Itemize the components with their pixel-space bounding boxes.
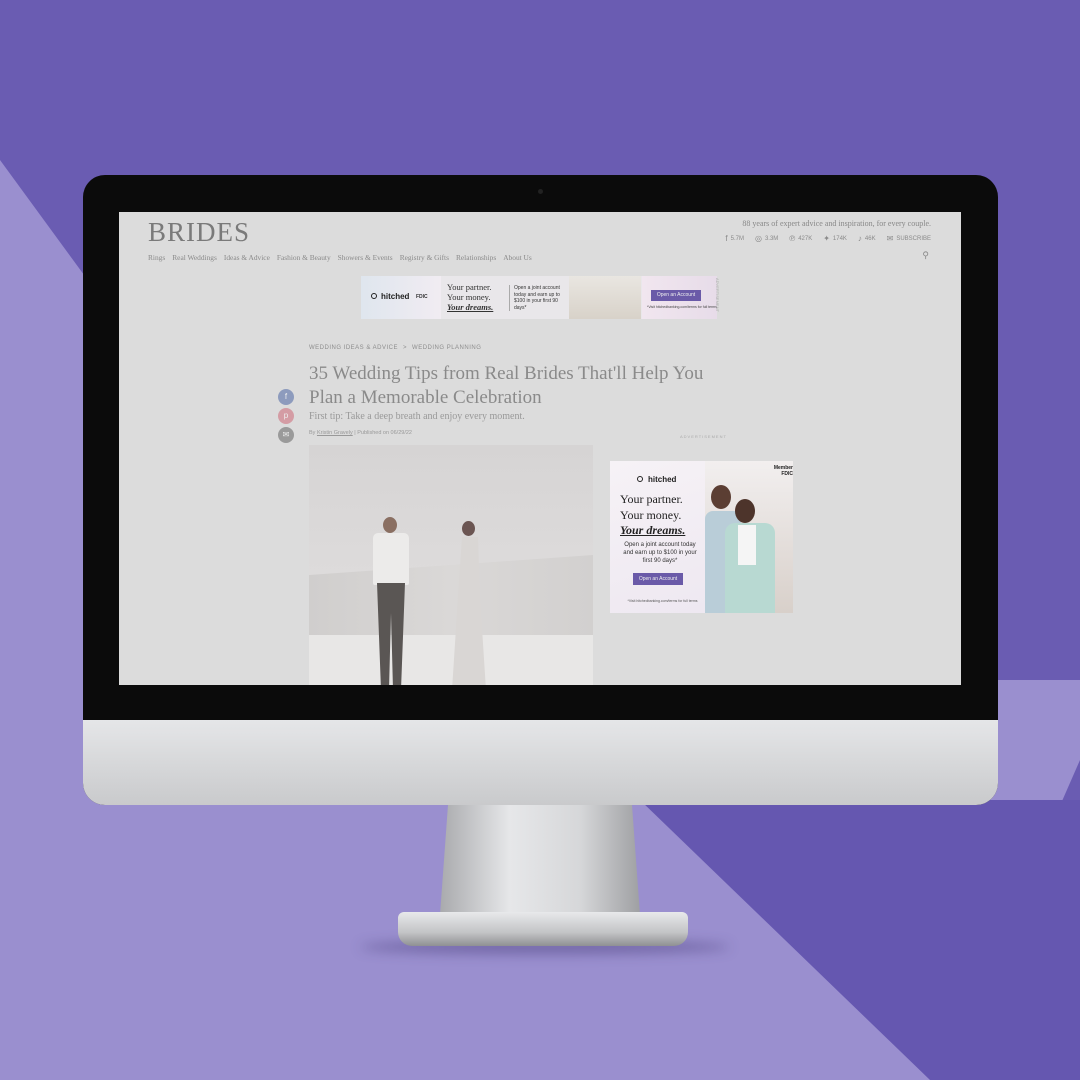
ad-body: Open a joint account today and earn up t… <box>623 542 697 564</box>
social-count: 427K <box>798 235 813 242</box>
ad-fdic: FDIC <box>416 294 428 300</box>
sidebar-ad[interactable]: hitched Member FDIC Your partner. Your m… <box>610 461 793 613</box>
share-pinterest-button[interactable]: p <box>278 408 294 424</box>
twitter-icon: ✦ <box>823 234 830 243</box>
nav-item-real-weddings[interactable]: Real Weddings <box>172 253 217 262</box>
breadcrumb: WEDDING IDEAS & ADVICE > WEDDING PLANNIN… <box>309 345 481 351</box>
nav-item-registry-gifts[interactable]: Registry & Gifts <box>400 253 449 262</box>
hero-image <box>309 445 593 685</box>
share-facebook-button[interactable]: f <box>278 389 294 405</box>
main-nav: Rings Real Weddings Ideas & Advice Fashi… <box>148 253 532 262</box>
social-twitter[interactable]: ✦ 174K <box>823 234 847 243</box>
social-count: 46K <box>864 235 876 242</box>
ad-open-account-button[interactable]: Open an Account <box>633 573 683 585</box>
subscribe-label: SUBSCRIBE <box>896 235 931 242</box>
ad-brand: hitched <box>371 292 409 301</box>
breadcrumb-item[interactable]: WEDDING PLANNING <box>412 345 481 351</box>
nav-item-showers-events[interactable]: Showers & Events <box>338 253 393 262</box>
ad-open-account-button[interactable]: Open an Account <box>651 290 701 301</box>
ad-couple-photo <box>569 276 641 319</box>
ad-label: ADVERTISEMENT <box>680 434 727 439</box>
social-links: f 5.7M ◎ 3.3M ℗ 427K ✦ 174K ♪ 46K ✉ SUBSCRIBE <box>725 234 931 243</box>
article-subtitle: First tip: Take a deep breath and enjoy … <box>309 411 525 422</box>
nav-item-ideas-advice[interactable]: Ideas & Advice <box>224 253 270 262</box>
author-link[interactable]: Kristin Gravely <box>317 430 353 436</box>
share-email-button[interactable]: ✉ <box>278 427 294 443</box>
nav-item-fashion-beauty[interactable]: Fashion & Beauty <box>277 253 331 262</box>
camera-icon <box>538 189 543 194</box>
ad-headline: Your partner. Your money. Your dreams. <box>447 282 494 312</box>
search-icon[interactable]: ⚲ <box>922 250 929 261</box>
ad-fine-print: *Visit hitchedbanking.com/terms for full… <box>647 305 717 309</box>
site-logo[interactable]: BRIDES <box>148 217 250 248</box>
ad-fdic: Member FDIC <box>773 465 793 477</box>
publish-date: Published on 06/29/22 <box>357 430 412 436</box>
social-tiktok[interactable]: ♪ 46K <box>858 234 876 243</box>
monitor-chin <box>83 720 998 805</box>
social-facebook[interactable]: f 5.7M <box>725 234 744 243</box>
site-tagline: 88 years of expert advice and inspiratio… <box>742 219 931 228</box>
nav-item-relationships[interactable]: Relationships <box>456 253 496 262</box>
mail-icon: ✉ <box>886 234 894 243</box>
nav-item-rings[interactable]: Rings <box>148 253 165 262</box>
pinterest-icon: ℗ <box>789 234 796 243</box>
page-title: 35 Wedding Tips from Real Brides That'll… <box>309 363 704 408</box>
ad-body: Open a joint account today and earn up t… <box>509 285 569 311</box>
instagram-icon: ◎ <box>754 234 762 243</box>
facebook-icon: f <box>725 234 728 243</box>
browser-screen: BRIDES 88 years of expert advice and ins… <box>119 212 961 685</box>
ad-label: ADVERTISEMENT <box>715 278 720 312</box>
ad-fine-print: *Visit hitchedbanking.com/terms for full… <box>627 599 698 603</box>
breadcrumb-item[interactable]: WEDDING IDEAS & ADVICE <box>309 345 398 351</box>
top-banner-ad[interactable]: hitched FDIC Your partner. Your money. Y… <box>361 276 717 319</box>
byline: By Kristin Gravely | Published on 06/29/… <box>309 430 412 436</box>
ad-brand: hitched <box>637 475 676 484</box>
social-pinterest[interactable]: ℗ 427K <box>789 234 812 243</box>
monitor-stand-neck <box>440 805 640 915</box>
social-instagram[interactable]: ◎ 3.3M <box>755 234 778 243</box>
ad-headline: Your partner. Your money. Your dreams. <box>620 492 686 537</box>
breadcrumb-separator: > <box>403 345 408 351</box>
monitor-stand-base <box>398 912 688 946</box>
social-count: 5.7M <box>730 235 744 242</box>
subscribe-link[interactable]: ✉ SUBSCRIBE <box>887 234 931 243</box>
social-count: 174K <box>832 235 847 242</box>
tiktok-icon: ♪ <box>857 234 862 243</box>
social-count: 3.3M <box>764 235 779 242</box>
nav-item-about-us[interactable]: About Us <box>503 253 532 262</box>
